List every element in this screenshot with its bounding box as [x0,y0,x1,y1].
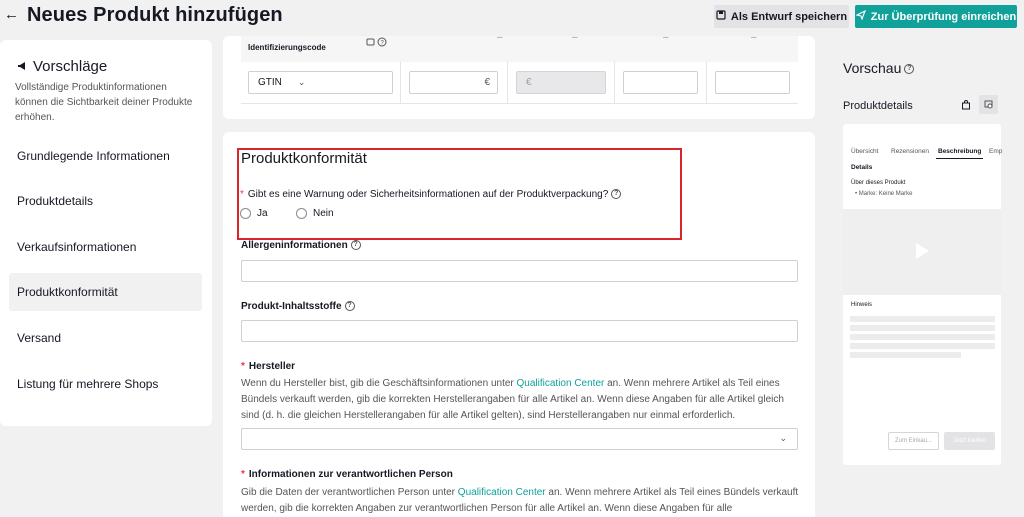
id-info-icons: ? [366,37,388,49]
submit-review-button[interactable]: Zur Überprüfung einreichen [855,5,1017,28]
desc-text: Gib die Daten der verantwortlichen Perso… [241,487,456,498]
suggestions-description: Vollständige Produktinformationen können… [15,82,193,123]
chevron-down-icon: ⌄ [779,433,787,443]
radio-yes[interactable]: Ja [240,208,268,219]
required-marker: * [241,469,245,480]
submit-icon [855,9,866,23]
row-divider [241,103,798,104]
price-input[interactable]: € [409,71,498,94]
preview-details-label: Produktdetails [843,100,913,112]
preview-title: Vorschau? [843,60,915,76]
desc-text: Wenn du Hersteller bist, gib die Geschäf… [241,378,514,389]
placeholder-bar [850,334,995,340]
placeholder-bar [850,316,995,322]
currency-placeholder: € [526,77,532,88]
warning-question: * Gibt es eine Warnung oder Sicherheitsin… [240,189,622,200]
header-dash: – [572,32,578,43]
placeholder-bar [850,352,961,358]
quantity-input[interactable] [623,71,698,94]
radio-no-label: Nein [313,208,334,219]
submit-label: Zur Überprüfung einreichen [870,10,1017,23]
allergen-label-text: Allergeninformationen [241,240,348,251]
qualification-center-link[interactable]: Qualification Center [458,487,546,498]
radio-circle[interactable] [296,208,307,219]
required-marker: * [241,361,245,372]
back-arrow-icon[interactable]: ← [4,7,20,23]
header-dash: – [663,32,669,43]
disabled-price-input: € [516,71,606,94]
manufacturer-select[interactable]: ⌄ [241,428,798,450]
preview-about: Über dieses Produkt [851,180,906,186]
sidebar-item-label: Grundlegende Informationen [17,149,170,163]
sidebar-item-label: Produktkonformität [17,285,118,299]
page-title: Neues Produkt hinzufügen [27,4,283,26]
sidebar-item-basic-info[interactable]: Grundlegende Informationen [9,137,202,175]
manufacturer-label: * Hersteller [241,361,295,372]
responsible-person-label: * Informationen zur verantwortlichen Pers… [241,469,453,480]
manufacturer-label-text: Hersteller [248,361,296,372]
ingredients-label-text: Produkt-Inhaltsstoffe [241,301,342,312]
preview-details-heading: Details [851,164,873,171]
sidebar-item-shipping[interactable]: Versand [9,319,202,357]
shopping-bag-icon[interactable] [956,95,975,114]
currency-suffix: € [484,77,490,88]
warning-question-text: Gibt es eine Warnung oder Sicherheitsinf… [247,189,609,200]
sidebar-item-label: Versand [17,331,62,345]
sidebar-item-label: Listung für mehrere Shops [17,377,159,391]
sidebar-item-product-details[interactable]: Produktdetails [9,182,202,220]
gtin-select-value: GTIN [258,77,282,88]
column-divider [706,62,707,103]
responsible-label-text: Informationen zur verantwortlichen Perso… [248,469,453,480]
save-draft-label: Als Entwurf speichern [730,10,848,23]
tab-underline [936,158,983,159]
help-icon[interactable]: ? [904,64,915,75]
id-code-header: Identifizierungscode [248,43,326,52]
sidebar-item-multi-shop[interactable]: Listung für mehrere Shops [9,365,202,403]
ingredients-label: Produkt-Inhaltsstoffe? [241,301,355,312]
gtin-select[interactable]: GTIN ⌄ [248,71,393,94]
radio-no[interactable]: Nein [296,208,334,219]
placeholder-bar [850,343,995,349]
save-icon [716,10,726,23]
preview-tab: Emp [989,148,1003,155]
help-icon[interactable]: ? [350,240,361,251]
sidebar-item-label: Produktdetails [17,194,94,208]
header-dash: – [497,32,503,43]
preview-title-text: Vorschau [843,60,902,76]
ingredients-input[interactable] [241,320,798,342]
radio-circle[interactable] [240,208,251,219]
preview-cart-button: Zum Einkau... [888,432,939,450]
chevron-down-icon: ⌄ [297,77,306,87]
qualification-center-link[interactable]: Qualification Center [517,378,605,389]
sku-input[interactable] [715,71,790,94]
help-icon[interactable]: ? [344,301,355,312]
column-divider [507,62,508,103]
sidebar-item-label: Verkaufsinformationen [17,240,137,254]
preview-tab: Beschreibung [938,148,982,155]
search-preview-icon[interactable] [979,95,998,114]
preview-brand: • Marke: Keine Marke [855,191,913,197]
megaphone-icon [17,58,28,75]
sidebar-item-conformity[interactable]: Produktkonformität [9,273,202,311]
column-divider [400,62,401,103]
required-marker: * [240,189,244,200]
save-draft-button[interactable]: Als Entwurf speichern [714,5,849,28]
allergen-label: Allergeninformationen? [241,240,361,251]
suggestions-title: Vorschläge [17,58,107,75]
preview-tab: Rezensionen [891,148,929,155]
help-icon[interactable]: ? [611,189,622,200]
responsible-description: Gib die Daten der verantwortlichen Perso… [241,485,799,517]
preview-buy-button: Jetzt kaufen [944,432,995,450]
sidebar-item-sales-info[interactable]: Verkaufsinformationen [9,228,202,266]
radio-yes-label: Ja [257,208,268,219]
preview-notice: Hinweis [851,302,873,308]
preview-tab: Übersicht [851,148,879,155]
preview-brand-text: Marke: Keine Marke [858,191,913,197]
column-divider [614,62,615,103]
header-dash: – [751,32,757,43]
play-icon [916,243,929,259]
manufacturer-description: Wenn du Hersteller bist, gib die Geschäf… [241,376,799,424]
allergen-input[interactable] [241,260,798,282]
placeholder-bar [850,325,995,331]
